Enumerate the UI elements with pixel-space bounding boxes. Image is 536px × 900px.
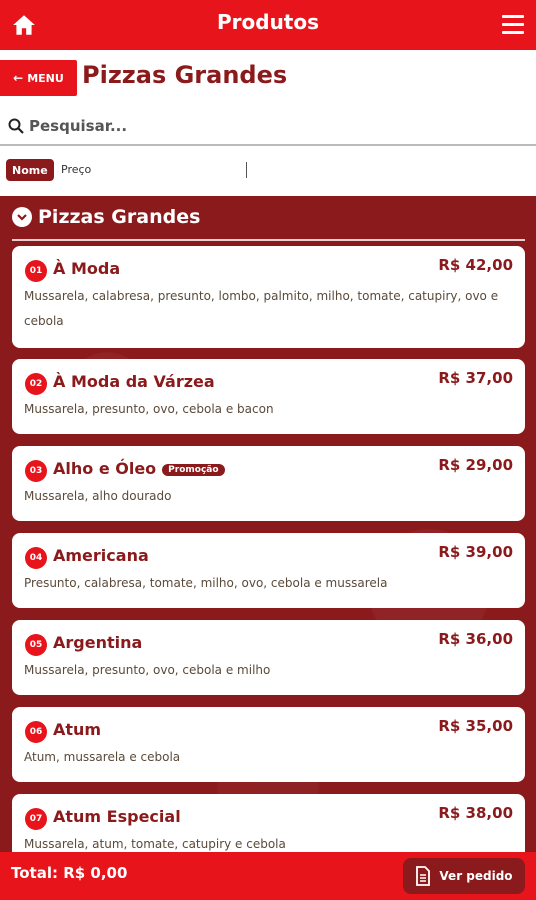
product-name-text: Alho e Óleo (53, 459, 157, 478)
promo-badge: Promoção (162, 464, 225, 476)
chevron-down-icon (12, 207, 32, 227)
product-name: À Moda (53, 259, 121, 278)
product-number-badge: 07 (25, 808, 47, 830)
app-title: Produtos (216, 10, 320, 34)
sort-bar: Nome Preço (0, 150, 536, 196)
view-order-label: Ver pedido (439, 869, 513, 883)
product-card[interactable]: 05 Argentina R$ 36,00 Mussarela, presunt… (12, 620, 525, 695)
hamburger-icon[interactable] (502, 15, 524, 35)
product-price: R$ 35,00 (438, 717, 513, 735)
product-price: R$ 38,00 (438, 804, 513, 822)
view-order-button[interactable]: Ver pedido (403, 858, 525, 894)
product-price: R$ 42,00 (438, 256, 513, 274)
product-price: R$ 37,00 (438, 369, 513, 387)
top-app-bar: Produtos (0, 0, 536, 50)
section-title: Pizzas Grandes (38, 206, 201, 228)
product-description: Mussarela, atum, tomate, catupiry e cebo… (24, 837, 286, 851)
sort-by-name-button[interactable]: Nome (6, 159, 54, 181)
search-input[interactable] (29, 117, 509, 135)
product-number-badge: 06 (25, 721, 47, 743)
product-card[interactable]: 06 Atum R$ 35,00 Atum, mussarela e cebol… (12, 707, 525, 782)
product-price: R$ 36,00 (438, 630, 513, 648)
sort-divider (246, 162, 247, 178)
arrow-left-icon: ← (13, 71, 24, 85)
product-card[interactable]: 03 Alho e Óleo Promoção R$ 29,00 Mussarel… (12, 446, 525, 521)
product-card[interactable]: 07 Atum Especial R$ 38,00 Mussarela, atu… (12, 794, 525, 852)
section-header[interactable]: Pizzas Grandes (12, 206, 200, 228)
sort-by-price-button[interactable]: Preço (61, 163, 91, 176)
product-price: R$ 29,00 (438, 456, 513, 474)
product-name: Argentina (53, 633, 143, 652)
product-description: Mussarela, calabresa, presunto, lombo, p… (24, 289, 499, 328)
product-number-badge: 05 (25, 634, 47, 656)
product-card[interactable]: 04 Americana R$ 39,00 Presunto, calabres… (12, 533, 525, 608)
product-description: Mussarela, alho dourado (24, 489, 172, 503)
menu-button-label: MENU (27, 71, 64, 85)
product-name: Americana (53, 546, 149, 565)
document-icon (416, 866, 431, 886)
product-list-area: Pizzas Grandes 01 À Moda R$ 42,00 Mussar… (0, 196, 536, 852)
product-name: À Moda da Várzea (53, 372, 215, 391)
product-description: Mussarela, presunto, ovo, cebola e milho (24, 663, 271, 677)
product-name: Atum (53, 720, 102, 739)
product-price: R$ 39,00 (438, 543, 513, 561)
product-description: Presunto, calabresa, tomate, milho, ovo,… (24, 576, 388, 590)
product-card[interactable]: 02 À Moda da Várzea R$ 37,00 Mussarela, … (12, 359, 525, 434)
product-name: Alho e Óleo Promoção (53, 459, 225, 478)
order-total: Total: R$ 0,00 (11, 864, 128, 882)
product-card[interactable]: 01 À Moda R$ 42,00 Mussarela, calabresa,… (12, 246, 525, 348)
product-number-badge: 03 (25, 460, 47, 482)
product-number-badge: 04 (25, 547, 47, 569)
search-icon (8, 118, 24, 134)
product-number-badge: 02 (25, 373, 47, 395)
back-menu-button[interactable]: ← MENU (0, 60, 77, 96)
product-description: Mussarela, presunto, ovo, cebola e bacon (24, 402, 274, 416)
subheader: ← MENU Pizzas Grandes (0, 50, 536, 106)
section-divider (12, 239, 525, 241)
search-bar (0, 108, 536, 146)
page-title: Pizzas Grandes (82, 61, 288, 89)
bottom-bar: Total: R$ 0,00 Ver pedido (0, 852, 536, 900)
product-number-badge: 01 (25, 260, 47, 282)
product-name: Atum Especial (53, 807, 181, 826)
product-description: Atum, mussarela e cebola (24, 750, 181, 764)
